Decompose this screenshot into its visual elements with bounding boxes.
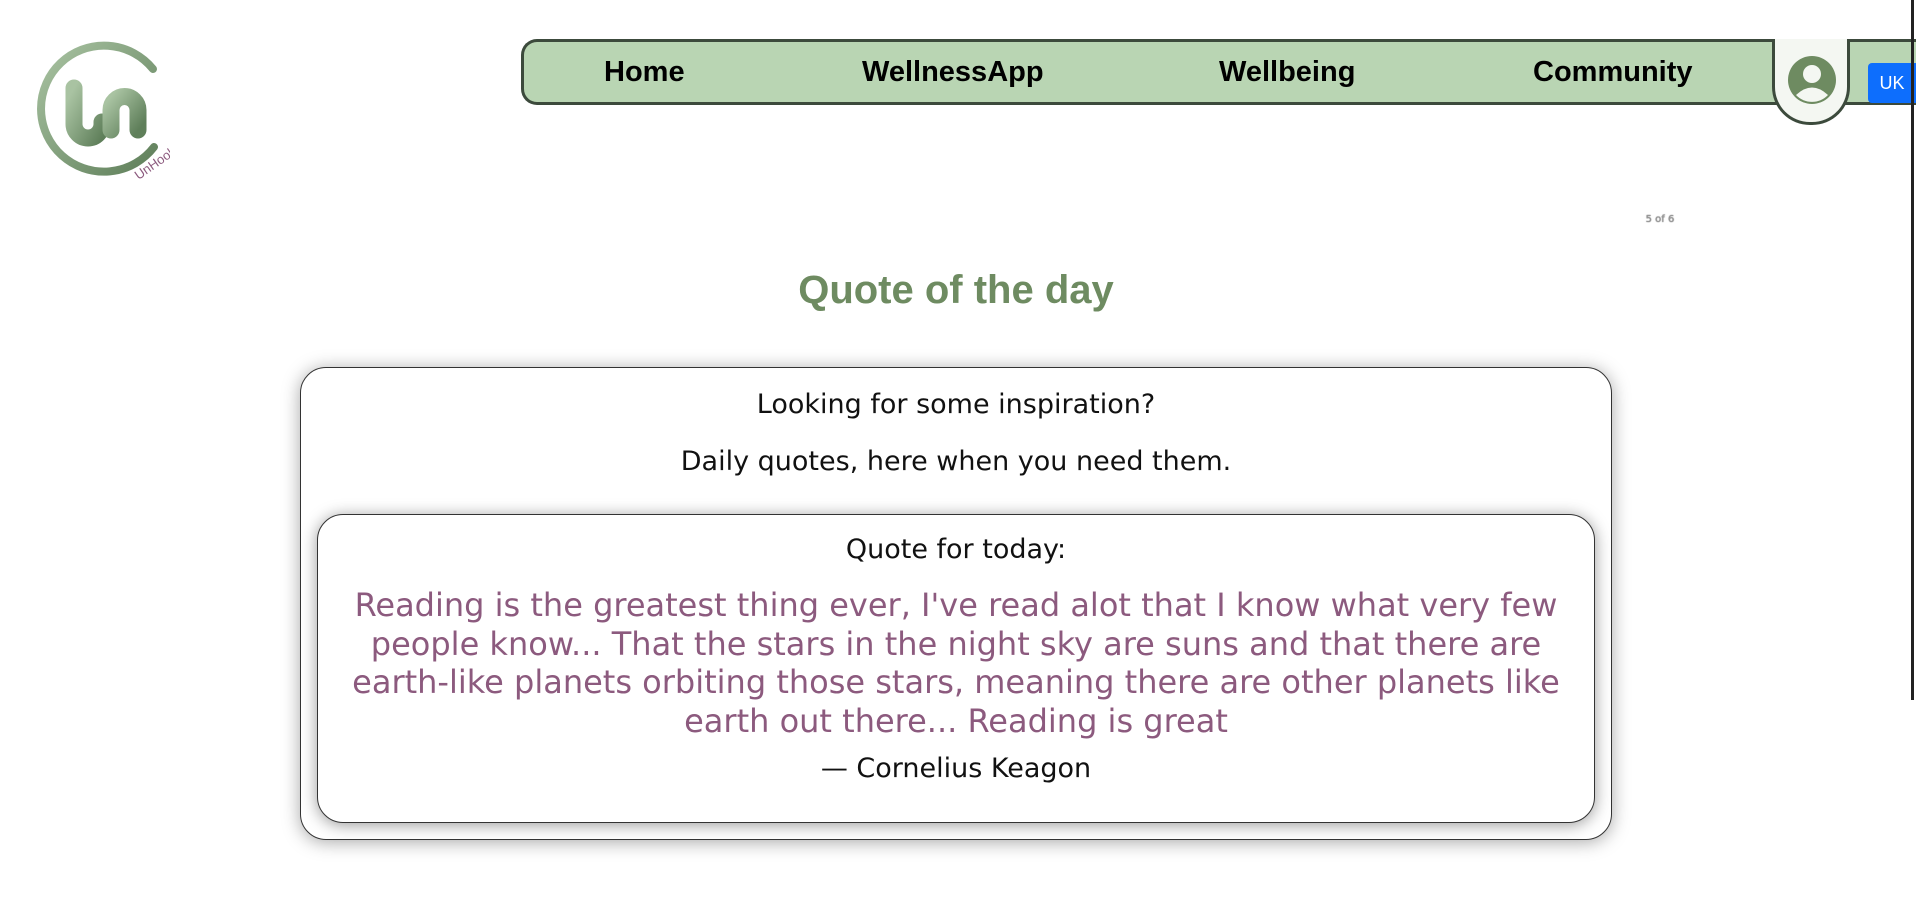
- intro-heading: Looking for some inspiration?: [756, 389, 1156, 420]
- page-edge-divider: [1911, 0, 1914, 700]
- quote-label: Quote for today:: [845, 534, 1067, 565]
- profile-button[interactable]: [1772, 39, 1850, 125]
- page-title: Quote of the day: [798, 268, 1114, 312]
- user-circle-icon: [1788, 56, 1836, 104]
- quote-section-card: Looking for some inspiration? Daily quot…: [300, 367, 1612, 840]
- nav-item-wellnessapp[interactable]: WellnessApp: [862, 42, 1044, 102]
- quote-text: Reading is the greatest thing ever, I've…: [352, 586, 1560, 740]
- nav-item-community[interactable]: Community: [1533, 42, 1693, 102]
- intro-subheading: Daily quotes, here when you need them.: [680, 446, 1232, 477]
- quote-author: — Cornelius Keagon: [820, 753, 1092, 784]
- language-button[interactable]: UK: [1868, 63, 1916, 103]
- unhook-logo-mark: UnHook: [37, 41, 170, 182]
- nav-item-home[interactable]: Home: [604, 42, 685, 102]
- main-navbar: Home WellnessApp Wellbeing Community: [521, 39, 1916, 105]
- nav-item-wellbeing[interactable]: Wellbeing: [1219, 42, 1355, 102]
- page-counter: 5 of 6: [1645, 214, 1675, 225]
- unhook-logo[interactable]: UnHook: [36, 40, 170, 182]
- quote-card: Quote for today: Reading is the greatest…: [317, 514, 1595, 823]
